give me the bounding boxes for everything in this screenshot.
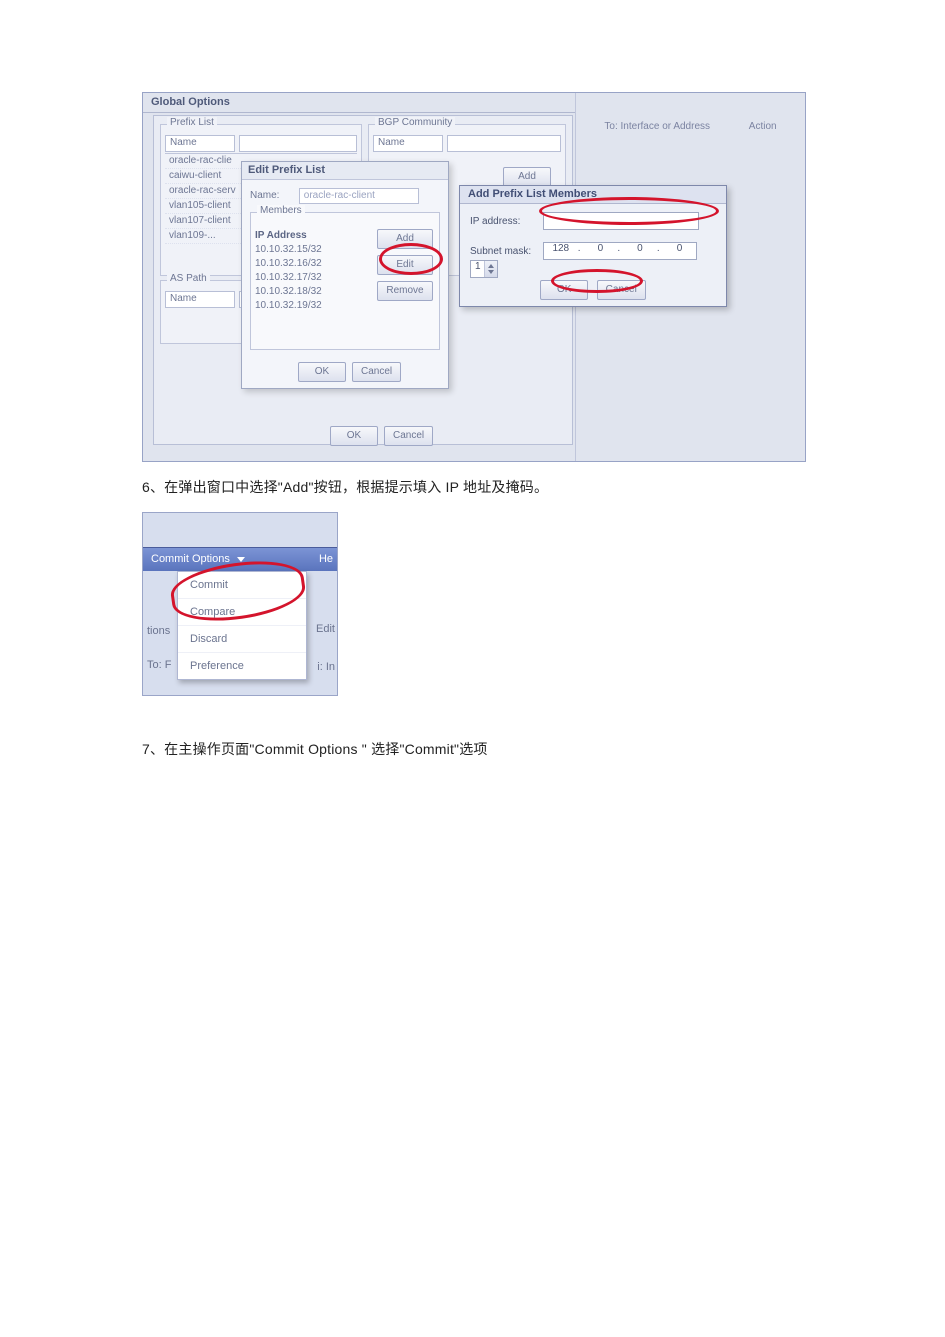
- menu-item-commit[interactable]: Commit: [178, 572, 306, 599]
- subnet-mask-label: Subnet mask:: [470, 246, 540, 257]
- screenshot-global-options: Global Options To: Interface or Address …: [142, 92, 806, 462]
- edit-name-input[interactable]: oracle-rac-client: [299, 188, 419, 204]
- bgp-name-input[interactable]: [447, 135, 561, 152]
- ip-header: IP Address: [255, 229, 375, 243]
- caption-step-7: 7、在主操作页面"Commit Options " 选择"Commit"选项: [142, 738, 945, 760]
- bgp-add-button[interactable]: Add: [503, 167, 551, 187]
- prefix-name-input[interactable]: [239, 135, 357, 152]
- commit-options-menu-button[interactable]: Commit Options: [143, 547, 337, 571]
- bg-fragment-in: i: In: [317, 661, 335, 673]
- ip-address-input[interactable]: [543, 212, 699, 230]
- cidr-spinner[interactable]: 1: [470, 260, 498, 278]
- help-fragment: He: [319, 547, 333, 571]
- col-action: Action: [731, 121, 795, 132]
- bg-fragment-to-f: To: F: [143, 657, 175, 673]
- caption-step-6: 6、在弹出窗口中选择"Add"按钮，根据提示填入 IP 地址及掩码。: [142, 476, 945, 498]
- members-add-button[interactable]: Add: [377, 229, 433, 249]
- subnet-octet[interactable]: 0: [662, 243, 696, 254]
- menu-item-preference[interactable]: Preference: [178, 653, 306, 679]
- edit-prefix-list-dialog: Edit Prefix List Name: oracle-rac-client…: [241, 161, 449, 389]
- list-item[interactable]: 10.10.32.19/32: [255, 299, 375, 313]
- list-item[interactable]: 10.10.32.17/32: [255, 271, 375, 285]
- add-prefix-members-dialog: Add Prefix List Members IP address: Subn…: [459, 185, 727, 307]
- chevron-down-icon: [237, 557, 245, 562]
- add-cancel-button[interactable]: Cancel: [597, 280, 646, 300]
- as-path-name-label: Name: [165, 291, 235, 308]
- bgp-label: BGP Community: [375, 117, 455, 128]
- menu-item-compare[interactable]: Compare: [178, 599, 306, 626]
- commit-options-label: Commit Options: [151, 553, 230, 565]
- as-path-label: AS Path: [167, 273, 210, 284]
- subnet-octet[interactable]: 0: [583, 243, 617, 254]
- prefix-name-label: Name: [165, 135, 235, 152]
- subnet-octet[interactable]: 0: [623, 243, 657, 254]
- edit-dialog-title: Edit Prefix List: [242, 162, 448, 180]
- edit-cancel-button[interactable]: Cancel: [352, 362, 401, 382]
- bgp-name-label: Name: [373, 135, 443, 152]
- spinner-buttons-icon[interactable]: [484, 261, 497, 277]
- add-dialog-title: Add Prefix List Members: [460, 186, 726, 204]
- list-item[interactable]: 10.10.32.15/32: [255, 243, 375, 257]
- members-group: Members IP Address 10.10.32.15/32 10.10.…: [250, 212, 440, 350]
- subnet-mask-input[interactable]: 128. 0. 0. 0: [543, 242, 698, 260]
- subnet-octet[interactable]: 128: [544, 243, 578, 254]
- members-remove-button[interactable]: Remove: [377, 281, 433, 301]
- edit-ok-button[interactable]: OK: [298, 362, 346, 382]
- bg-fragment-edit: Edit: [316, 623, 335, 635]
- ip-address-label: IP address:: [470, 216, 540, 227]
- col-to: To: Interface or Address: [586, 121, 728, 132]
- global-ok-button[interactable]: OK: [330, 426, 378, 446]
- cidr-value: 1: [475, 261, 481, 272]
- bg-fragment-tions: tions: [143, 623, 174, 639]
- members-edit-button[interactable]: Edit: [377, 255, 433, 275]
- list-item[interactable]: 10.10.32.18/32: [255, 285, 375, 299]
- commit-dropdown: Commit Compare Discard Preference: [177, 571, 307, 680]
- global-cancel-button[interactable]: Cancel: [384, 426, 433, 446]
- screenshot-commit-menu: Commit Options He Commit Compare Discard…: [142, 512, 338, 696]
- members-label: Members: [257, 205, 305, 216]
- add-ok-button[interactable]: OK: [540, 280, 588, 300]
- edit-name-label: Name:: [250, 190, 296, 201]
- ip-address-list[interactable]: IP Address 10.10.32.15/32 10.10.32.16/32…: [255, 229, 375, 339]
- list-item[interactable]: 10.10.32.16/32: [255, 257, 375, 271]
- prefix-list-label: Prefix List: [167, 117, 217, 128]
- menu-item-discard[interactable]: Discard: [178, 626, 306, 653]
